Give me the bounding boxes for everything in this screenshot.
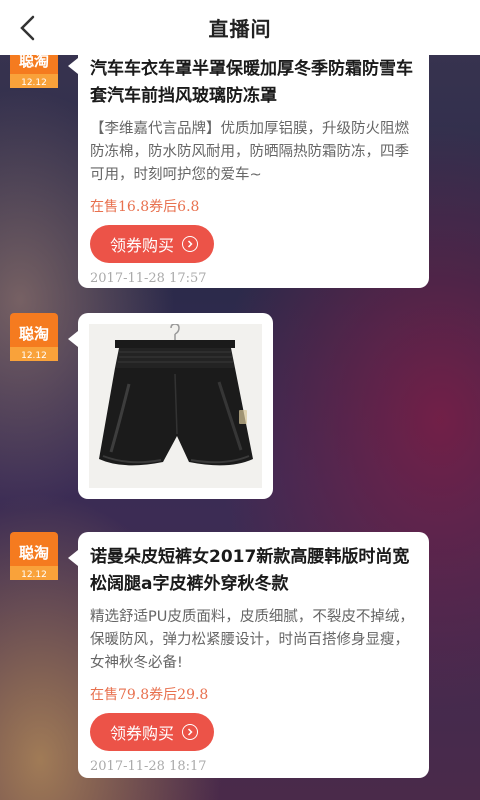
message-card: 汽车车衣车罩半罩保暖加厚冬季防霜防雪车套汽车前挡风玻璃防冻罩 【李维嘉代言品牌】… bbox=[68, 40, 429, 288]
product-image[interactable] bbox=[89, 324, 262, 488]
coupon-buy-button[interactable]: 领券购买 bbox=[90, 713, 215, 751]
product-description: 【李维嘉代言品牌】优质加厚铝膜，升级防火阻燃防冻棉，防水防风耐用，防晒隔热防霜防… bbox=[90, 121, 409, 183]
coupon-buy-label: 领券购买 bbox=[110, 724, 175, 743]
avatar: 聪淘 12.12 bbox=[10, 532, 58, 580]
image-message-card bbox=[68, 313, 273, 499]
message-card: 诺曼朵皮短裤女2017新款高腰韩版时尚宽松阔腿a字皮裤外穿秋冬款 精选舒适PU皮… bbox=[68, 532, 429, 778]
coupon-buy-label: 领券购买 bbox=[110, 236, 175, 255]
svg-text:聪淘: 聪淘 bbox=[19, 544, 49, 562]
leather-shorts-image bbox=[89, 324, 262, 488]
svg-text:12.12: 12.12 bbox=[21, 78, 47, 88]
svg-text:12.12: 12.12 bbox=[21, 351, 47, 361]
chevron-right-icon bbox=[182, 236, 199, 252]
top-bar: 直播间 bbox=[0, 0, 480, 55]
product-description: 精选舒适PU皮质面料，皮质细腻，不裂皮不掉绒，保暖防风，弹力松紧腰设计，时尚百搭… bbox=[90, 609, 414, 671]
product-price: 在售79.8券后29.8 bbox=[90, 687, 209, 703]
svg-text:12.12: 12.12 bbox=[21, 570, 47, 580]
product-price: 在售16.8券后6.8 bbox=[90, 199, 200, 215]
message-time: 2017-11-28 18:17 bbox=[90, 759, 207, 774]
coupon-buy-button[interactable]: 领券购买 bbox=[90, 225, 215, 263]
message-time: 2017-11-28 17:57 bbox=[90, 271, 207, 286]
avatar: 聪淘 12.12 bbox=[10, 313, 58, 361]
product-title: 汽车车衣车罩半罩保暖加厚冬季防霜防雪车套汽车前挡风玻璃防冻罩 bbox=[90, 59, 413, 106]
product-title: 诺曼朵皮短裤女2017新款高腰韩版时尚宽松阔腿a字皮裤外穿秋冬款 bbox=[90, 547, 410, 594]
back-button[interactable] bbox=[10, 10, 46, 46]
back-arrow-icon bbox=[20, 15, 35, 41]
chevron-right-icon bbox=[182, 724, 199, 740]
svg-text:聪淘: 聪淘 bbox=[19, 325, 49, 343]
page-title: 直播间 bbox=[208, 17, 272, 41]
